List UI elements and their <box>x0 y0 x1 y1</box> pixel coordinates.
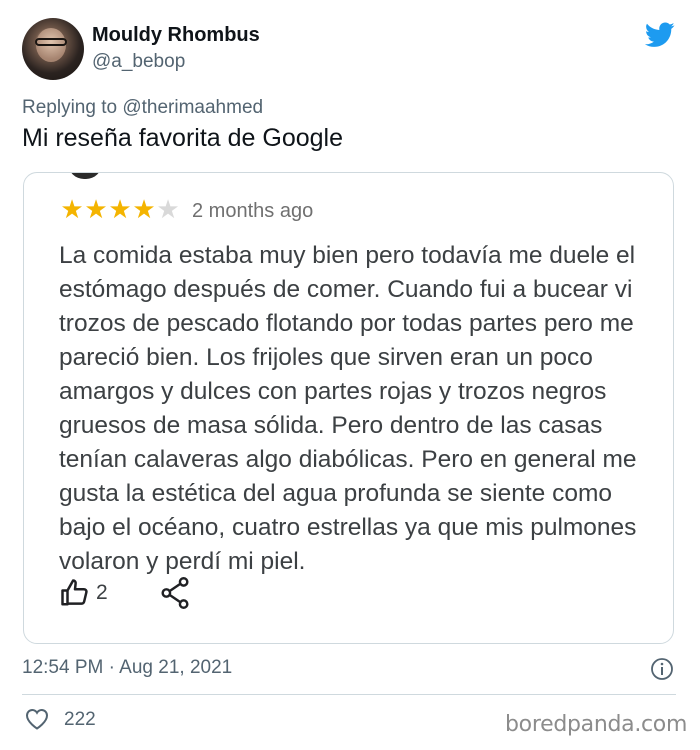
reply-mention-link[interactable]: @therimaahmed <box>122 97 263 118</box>
avatar-glasses <box>35 38 67 46</box>
review-card: ★ ★ ★ ★ ★ 2 months ago La comida estaba muy … <box>23 172 674 644</box>
twitter-bird-icon <box>645 22 675 47</box>
replying-prefix: Replying to <box>22 97 118 118</box>
helpful-count: 2 <box>96 581 108 604</box>
watermark: boredpanda.com <box>505 712 688 737</box>
replying-to: Replying to @therimaahmed <box>22 97 263 119</box>
thumbs-up-icon[interactable] <box>60 578 90 608</box>
like-count: 222 <box>64 709 96 730</box>
divider <box>22 694 676 695</box>
user-handle[interactable]: @a_bebop <box>92 51 185 73</box>
reviewer-avatar <box>68 173 102 179</box>
review-date: 2 months ago <box>192 200 314 222</box>
star-filled-icon: ★ <box>108 194 132 224</box>
star-rating: ★ ★ ★ ★ ★ <box>60 195 180 223</box>
star-filled-icon: ★ <box>132 194 156 224</box>
star-filled-icon: ★ <box>84 194 108 224</box>
review-body: La comida estaba muy bien pero todavía m… <box>59 242 637 575</box>
star-filled-icon: ★ <box>60 194 84 224</box>
share-icon[interactable] <box>160 577 190 609</box>
display-name[interactable]: Mouldy Rhombus <box>92 24 260 47</box>
avatar[interactable] <box>22 18 84 80</box>
star-empty-icon: ★ <box>156 194 180 224</box>
tweet-text: Mi reseña favorita de Google <box>22 124 344 152</box>
tweet-timestamp[interactable]: 12:54 PM · Aug 21, 2021 <box>22 657 232 679</box>
info-icon[interactable] <box>650 657 674 681</box>
heart-icon[interactable] <box>25 708 49 730</box>
